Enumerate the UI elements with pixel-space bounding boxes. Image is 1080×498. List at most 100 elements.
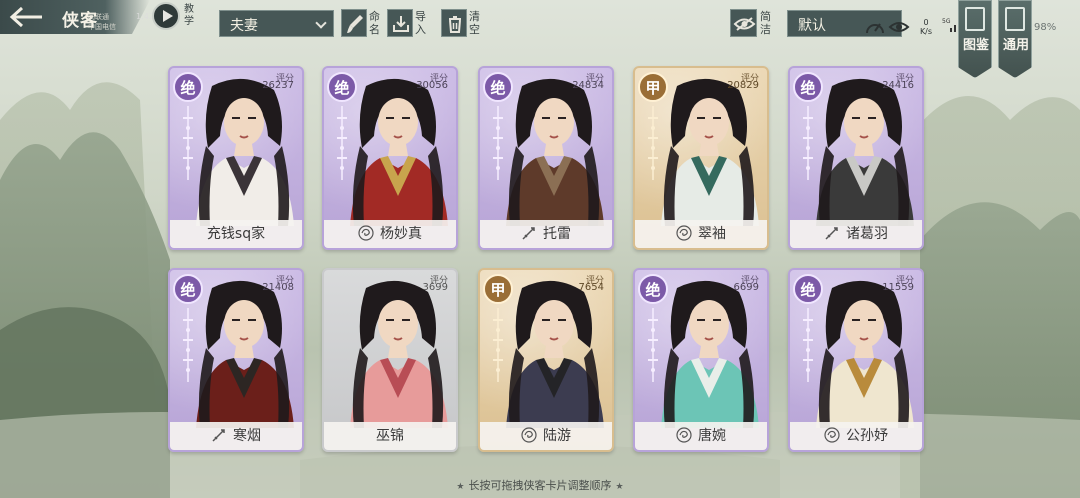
rank-badge: 绝 — [793, 72, 823, 102]
top-bar: 侠客 闰联通 中国电信 1:42 教学 夫妻 命名 导入 清空 简洁 默认 0 … — [0, 0, 1080, 78]
hero-portrait — [506, 78, 604, 226]
hero-portrait — [661, 280, 759, 428]
lineup-group-select[interactable]: 夫妻 — [219, 10, 334, 37]
score-value: 20829 — [727, 80, 759, 91]
play-icon — [152, 2, 180, 30]
hero-name-bar: 公孙妤 — [790, 422, 922, 450]
star-icon: ★ — [456, 482, 465, 492]
swirl-icon — [521, 427, 537, 443]
brush-icon — [341, 9, 367, 37]
hero-name: 翠袖 — [698, 226, 726, 242]
hero-name: 诸葛羽 — [846, 226, 888, 242]
battery-icon — [1005, 7, 1025, 31]
network-speed-unit: K/s — [919, 27, 933, 36]
score-value: 11559 — [882, 282, 914, 293]
hero-portrait — [661, 78, 759, 226]
hero-card[interactable]: 甲评分 7654 陆游 — [478, 268, 614, 452]
rank-badge: 绝 — [327, 72, 357, 102]
drag-hint-text: 长按可拖拽侠客卡片调整顺序 — [468, 479, 612, 492]
score-value: 30056 — [416, 80, 448, 91]
score-value: 24416 — [882, 80, 914, 91]
trash-icon — [441, 9, 467, 37]
sword-rank-icon — [183, 106, 193, 180]
hero-portrait — [350, 280, 448, 428]
hero-portrait — [816, 78, 914, 226]
hero-name-bar: 唐婉 — [635, 422, 767, 450]
rename-button[interactable]: 命名 — [341, 9, 385, 37]
book-icon — [965, 7, 985, 31]
hero-name-bar: 杨妙真 — [324, 220, 456, 248]
hero-card[interactable]: 绝评分 26237 充钱sq家 — [168, 66, 304, 250]
network-speed-value: 0 — [923, 18, 929, 27]
hero-name-bar: 陆游 — [480, 422, 612, 450]
simple-view-toggle[interactable]: 简洁 — [730, 9, 776, 37]
hero-name-bar: 充钱sq家 — [170, 220, 302, 248]
swirl-icon — [824, 427, 840, 443]
hero-card[interactable]: 绝评分 21408 寒烟 — [168, 268, 304, 452]
sword-rank-icon — [803, 308, 813, 382]
hero-name-bar: 翠袖 — [635, 220, 767, 248]
sword-rank-icon — [183, 308, 193, 382]
import-label: 导入 — [415, 10, 426, 36]
hero-name: 杨妙真 — [380, 226, 422, 242]
tutorial-label: 教学 — [184, 4, 194, 27]
score-value: 26237 — [262, 80, 294, 91]
rank-badge: 绝 — [793, 274, 823, 304]
hero-name-bar: 巫锦 — [324, 422, 456, 450]
drag-hint: ★ 长按可拖拽侠客卡片调整顺序 ★ — [0, 476, 1080, 496]
carrier-line-1: 闰联通 — [88, 13, 109, 21]
hero-portrait — [506, 280, 604, 428]
star-icon: ★ — [615, 482, 624, 492]
hero-portrait — [816, 280, 914, 428]
sort-value: 默认 — [798, 18, 826, 34]
network-speed: 0 K/s — [916, 18, 936, 36]
score-value: 3699 — [422, 282, 448, 293]
simple-view-label: 简洁 — [760, 10, 771, 36]
sword-rank-icon — [648, 106, 658, 180]
hero-name: 唐婉 — [698, 428, 726, 444]
hero-name: 巫锦 — [376, 428, 404, 444]
score-value: 21408 — [262, 282, 294, 293]
swirl-icon — [676, 427, 692, 443]
sword-rank-icon — [803, 106, 813, 180]
hero-card[interactable]: 绝评分 11559 公孙妤 — [788, 268, 924, 452]
carrier-info: 闰联通 中国电信 1:42 — [88, 12, 154, 32]
blade-icon — [825, 227, 838, 240]
codex-label: 图鉴 — [962, 38, 989, 53]
download-icon — [387, 9, 413, 37]
common-label: 通用 — [1002, 38, 1029, 53]
hero-card[interactable]: 绝评分 30056 杨妙真 — [322, 66, 458, 250]
speedometer-icon — [866, 23, 884, 34]
hero-name: 充钱sq家 — [206, 226, 266, 242]
sword-rank-icon — [493, 308, 503, 382]
hero-name-bar: 诸葛羽 — [790, 220, 922, 248]
hero-portrait — [350, 78, 448, 226]
blade-icon — [212, 429, 225, 442]
clear-button[interactable]: 清空 — [441, 9, 485, 37]
sword-rank-icon — [493, 106, 503, 180]
codex-button[interactable]: 图鉴 — [958, 0, 992, 78]
rank-badge: 绝 — [638, 274, 668, 304]
sword-rank-icon — [648, 308, 658, 382]
chevron-down-icon — [315, 17, 327, 29]
tutorial-button[interactable]: 教学 — [152, 2, 198, 32]
hero-card[interactable]: 甲评分 20829 翠袖 — [633, 66, 769, 250]
back-arrow-icon — [9, 6, 42, 28]
import-button[interactable]: 导入 — [387, 9, 431, 37]
common-button[interactable]: 通用 — [998, 0, 1032, 78]
hero-card[interactable]: 评分 3699 巫锦 — [322, 268, 458, 452]
eye-icon — [888, 22, 910, 32]
hero-card[interactable]: 绝评分 24834 托雷 — [478, 66, 614, 250]
rank-badge: 绝 — [173, 72, 203, 102]
hero-card[interactable]: 绝评分 24416 诸葛羽 — [788, 66, 924, 250]
hero-name: 托雷 — [543, 226, 571, 242]
rank-badge: 绝 — [483, 72, 513, 102]
hero-card[interactable]: 绝评分 6699 唐婉 — [633, 268, 769, 452]
hero-name-bar: 寒烟 — [170, 422, 302, 450]
blade-icon — [522, 227, 535, 240]
rank-badge: 甲 — [638, 72, 668, 102]
lineup-group-value: 夫妻 — [230, 18, 258, 34]
hero-name: 公孙妤 — [846, 428, 888, 444]
hero-name: 寒烟 — [233, 428, 261, 444]
rank-badge: 绝 — [173, 274, 203, 304]
